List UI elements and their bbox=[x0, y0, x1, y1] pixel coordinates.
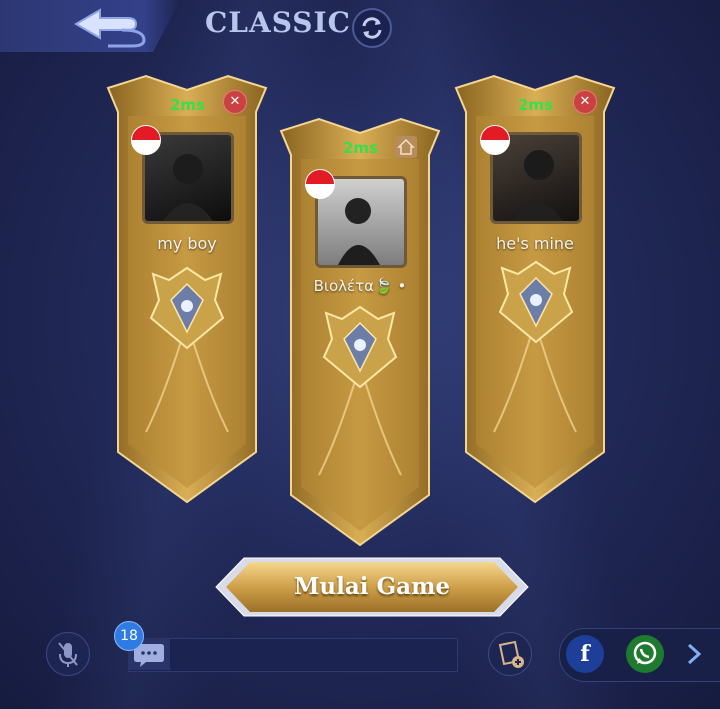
player-name: Βιολέτα🍃 • bbox=[313, 277, 407, 295]
ping-indicator: 2ms bbox=[518, 96, 553, 114]
back-button[interactable] bbox=[62, 4, 158, 48]
start-game-button[interactable]: Mulai Game bbox=[214, 556, 530, 618]
player-name: he's mine bbox=[496, 234, 574, 253]
country-flag-icon bbox=[480, 125, 510, 155]
refresh-icon bbox=[362, 17, 382, 39]
kick-button[interactable]: ✕ bbox=[573, 90, 597, 114]
country-flag-icon bbox=[131, 125, 161, 155]
player-slot-3: 2ms ✕ he's mine bbox=[454, 72, 616, 504]
ping-indicator: 2ms bbox=[170, 96, 205, 114]
facebook-icon: f bbox=[580, 641, 590, 667]
start-game-label: Mulai Game bbox=[293, 573, 451, 600]
rank-emblem-icon bbox=[149, 266, 225, 350]
player-slot-1: 2ms ✕ my boy bbox=[106, 72, 268, 504]
whatsapp-share-button[interactable] bbox=[626, 635, 664, 673]
facebook-share-button[interactable]: f bbox=[566, 635, 604, 673]
mute-mic-button[interactable] bbox=[46, 632, 90, 676]
top-bar: CLASSIC bbox=[0, 0, 720, 52]
rank-emblem-icon bbox=[322, 305, 398, 389]
chat-input[interactable] bbox=[128, 638, 458, 672]
expand-share-button[interactable] bbox=[680, 639, 708, 669]
back-arrow-icon bbox=[74, 8, 146, 48]
player-name: my boy bbox=[157, 234, 217, 253]
invite-friend-button[interactable] bbox=[488, 632, 532, 676]
room-owner-icon bbox=[395, 136, 417, 158]
kick-button[interactable]: ✕ bbox=[223, 90, 247, 114]
game-mode-title: CLASSIC bbox=[205, 6, 351, 39]
ping-indicator: 2ms bbox=[343, 139, 378, 157]
country-flag-icon bbox=[305, 169, 335, 199]
chevron-right-icon bbox=[687, 643, 702, 665]
refresh-button[interactable] bbox=[352, 8, 392, 48]
player-slot-2: 2ms Βιολέτα🍃 • bbox=[279, 115, 441, 547]
whatsapp-icon bbox=[633, 641, 657, 665]
mic-off-icon bbox=[58, 642, 78, 667]
unread-count-badge: 18 bbox=[114, 621, 144, 651]
invite-card-icon bbox=[498, 640, 524, 668]
rank-emblem-icon bbox=[498, 260, 574, 344]
